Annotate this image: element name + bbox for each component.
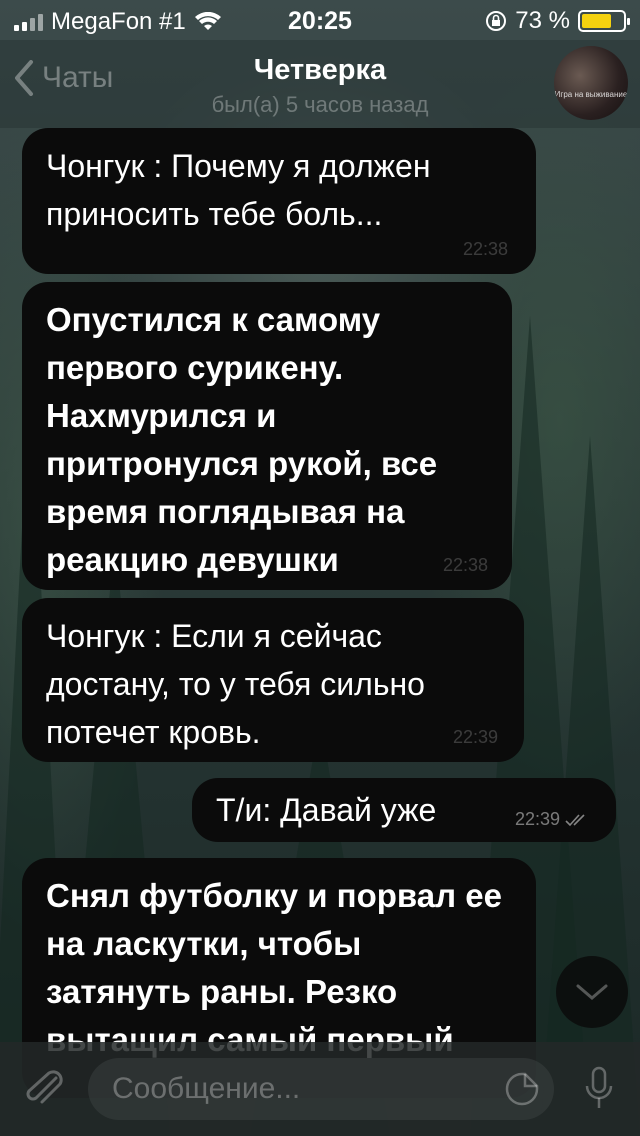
outgoing-message-bubble[interactable]: Т/и: Давай уже 22:39 xyxy=(192,778,616,842)
message-time-label: 22:39 xyxy=(514,809,560,829)
microphone-icon[interactable] xyxy=(584,1066,614,1112)
double-check-icon xyxy=(565,813,585,826)
message-text: Опустился к самому первого сурикену. Нах… xyxy=(46,301,438,578)
status-bar: MegaFon #1 20:25 73 % xyxy=(0,0,640,40)
message-bubble[interactable]: Чонгук : Если я сейчас достану, то у теб… xyxy=(22,598,524,762)
message-bubble[interactable]: Чонгук : Почему я должен приносить тебе … xyxy=(22,128,536,274)
lock-rotation-icon xyxy=(486,11,507,31)
message-time: 22:39 xyxy=(515,809,590,830)
chat-header: Чаты Четверка был(а) 5 часов назад Игра … xyxy=(0,40,640,128)
chat-title[interactable]: Четверка xyxy=(0,54,640,87)
message-text: Снял футболку и порвал ее на ласкутки, ч… xyxy=(46,877,502,1058)
chat-subtitle: был(а) 5 часов назад xyxy=(211,92,429,117)
message-text: Чонгук : Почему я должен приносить тебе … xyxy=(46,148,431,232)
composer-bar xyxy=(0,1042,640,1136)
avatar-caption: Игра на выживание xyxy=(554,90,628,99)
battery-icon xyxy=(578,10,630,32)
chevron-down-icon xyxy=(576,984,608,1000)
message-text: Чонгук : Если я сейчас достану, то у теб… xyxy=(46,618,425,750)
battery-percent: 73 % xyxy=(515,7,570,34)
message-time: 22:39 xyxy=(452,727,498,747)
status-right: 73 % xyxy=(485,7,630,35)
message-bubble[interactable]: Опустился к самому первого сурикену. Нах… xyxy=(22,282,512,590)
message-input[interactable] xyxy=(112,1058,492,1120)
battery-fill xyxy=(582,14,612,28)
attach-icon[interactable] xyxy=(20,1070,66,1110)
scroll-down-button[interactable] xyxy=(556,956,628,1028)
message-time: 22:38 xyxy=(462,239,508,259)
message-time: 22:38 xyxy=(442,555,488,575)
chat-avatar[interactable]: Игра на выживание xyxy=(554,46,628,120)
message-input-field[interactable] xyxy=(88,1058,554,1120)
sticker-icon[interactable] xyxy=(504,1071,540,1107)
